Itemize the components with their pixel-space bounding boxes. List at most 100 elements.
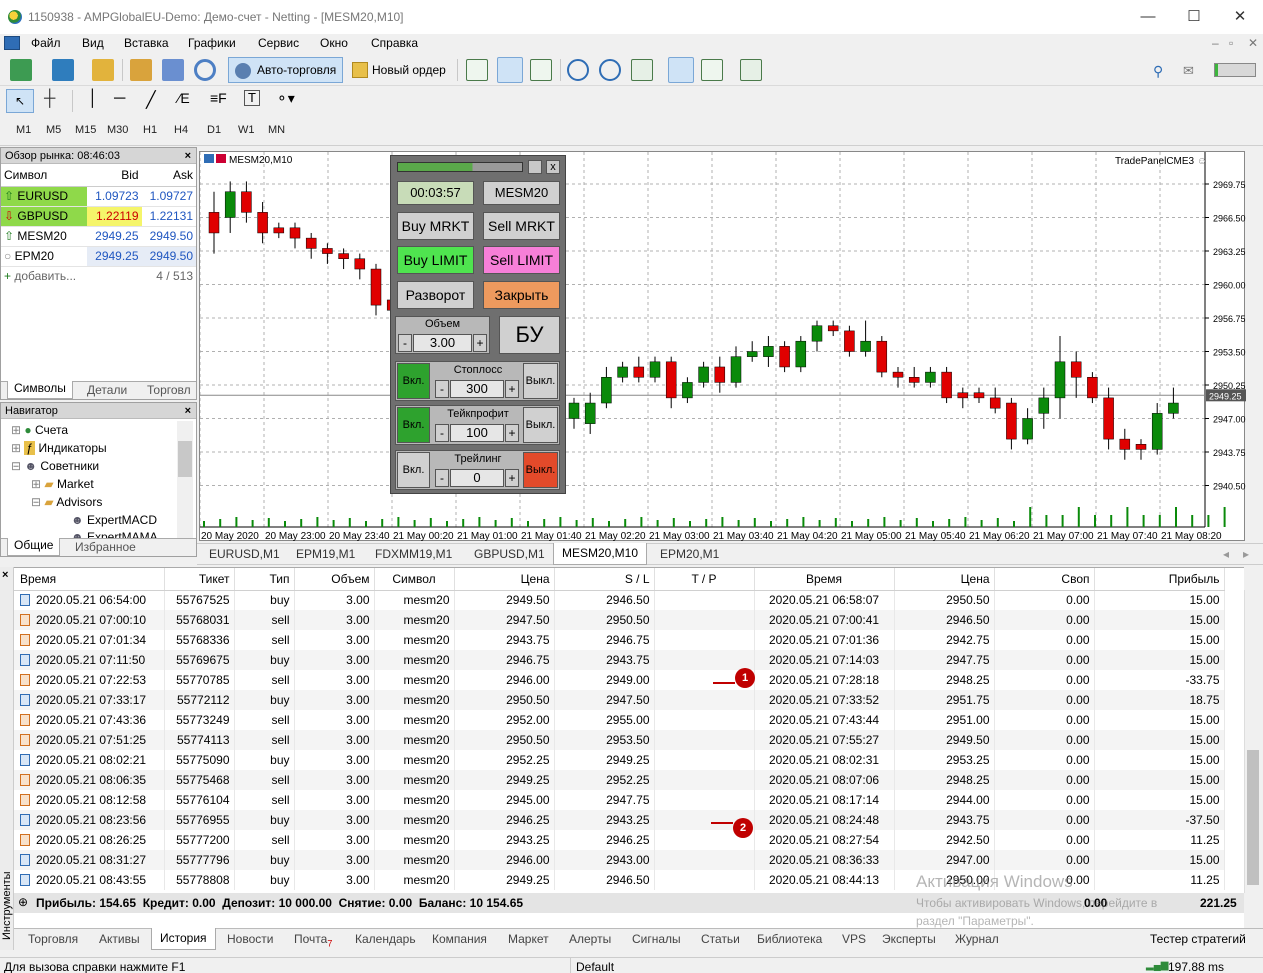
tab-general[interactable]: Общие [7,538,61,556]
trailing-plus-button[interactable]: + [505,469,519,487]
doc-close-icon[interactable]: ✕ [1248,36,1258,50]
menu-insert[interactable]: Вставка [124,36,169,50]
tab-symbols[interactable]: Символы [7,381,73,399]
history-row[interactable]: 2020.05.21 07:51:25 55774113 sell 3.00 mesm2… [14,730,1225,750]
symbol-row[interactable]: ⇧ EURUSD 1.09723 1.09727 [1,186,196,207]
tab-alerts[interactable]: Алерты [569,932,611,946]
tab-market[interactable]: Маркет [508,932,549,946]
text-icon[interactable]: T [244,90,260,106]
tab-exposure[interactable]: Активы [99,932,140,946]
tab-signals[interactable]: Сигналы [632,932,681,946]
stoploss-on-button[interactable]: Вкл. [397,363,430,399]
column-header[interactable]: S / L [554,568,655,591]
timeframe-h4[interactable]: H4 [174,124,188,136]
history-row[interactable]: 2020.05.21 08:12:58 55776104 sell 3.00 mesm2… [14,790,1225,810]
buy-limit-button[interactable]: Buy LIMIT [397,246,474,274]
tile-windows-icon[interactable] [631,59,653,81]
vertical-line-icon[interactable]: │ [88,90,98,108]
column-header[interactable]: Цена [454,568,555,591]
tab-articles[interactable]: Статьи [701,932,740,946]
history-row[interactable]: 2020.05.21 07:22:53 55770785 sell 3.00 mesm2… [14,670,1225,690]
breakeven-button[interactable]: БУ [499,316,560,354]
timeframe-d1[interactable]: D1 [207,124,221,136]
bar-chart-icon[interactable] [466,59,488,81]
history-row[interactable]: 2020.05.21 07:33:17 55772112 buy 3.00 mesm20… [14,690,1225,710]
symbol-row[interactable]: ⇩ GBPUSD 1.22119 1.22131 [1,206,196,227]
profiles-icon[interactable] [52,59,74,81]
crosshair-icon[interactable]: ┼ [44,90,55,108]
tab-chart-eurusd[interactable]: EURUSD,M1 [209,547,280,561]
close-button[interactable]: ✕ [1217,0,1263,34]
timeframe-m5[interactable]: M5 [46,124,61,136]
tree-node-expert[interactable]: ☻ ExpertMACD [71,513,157,527]
timeframe-h1[interactable]: H1 [143,124,157,136]
menu-window[interactable]: Окно [320,36,348,50]
takeprofit-off-button[interactable]: Выкл. [523,407,558,443]
column-header[interactable]: Символ [374,568,455,591]
column-header[interactable]: Bid [87,164,142,187]
close-icon[interactable]: × [2,569,8,581]
chart-window[interactable]: 2969.75 2966.50 2963.25 2960.00 2956.75 2953.… [199,151,1246,542]
menu-tools[interactable]: Сервис [258,36,299,50]
tree-node-indicators[interactable]: ⊞ ƒ Индикаторы [11,441,107,455]
scroll-left-icon[interactable]: ◂ [1223,547,1229,561]
tab-chart-fdxmm19[interactable]: FDXMM19,M1 [375,547,452,561]
horizontal-line-icon[interactable]: ─ [114,90,125,108]
column-header[interactable]: Своп [994,568,1095,591]
menu-charts[interactable]: Графики [188,36,236,50]
scroll-right-icon[interactable]: ▸ [1243,547,1249,561]
volume-plus-button[interactable]: + [473,334,487,352]
doc-minimize-icon[interactable]: – [1212,36,1219,50]
history-row[interactable]: 2020.05.21 08:23:56 55776955 buy 3.00 mesm20… [14,810,1225,830]
column-header[interactable]: Тип [234,568,295,591]
tab-chart-epm20[interactable]: EPM20,M1 [660,547,719,561]
tree-node-advisors[interactable]: ⊟ ▰ Advisors [31,495,102,509]
elliott-icon[interactable]: ⁄E [178,90,190,106]
navigator-scrollbar[interactable] [177,421,193,539]
menu-file[interactable]: Файл [31,36,61,50]
autotrading-button[interactable]: Авто-торговля [228,57,343,83]
tab-experts[interactable]: Эксперты [882,932,936,946]
new-order-button[interactable]: Новый ордер [350,57,450,83]
column-header[interactable]: Тикет [164,568,235,591]
navigator-icon[interactable] [130,59,152,81]
trailing-on-button[interactable]: Вкл. [397,452,430,488]
shapes-icon[interactable]: ⚬▾ [276,90,295,107]
chat-icon[interactable]: ✉ [1183,63,1194,79]
column-header[interactable]: Ask [141,164,196,187]
zoom-out-icon[interactable] [599,59,621,81]
candle-chart-icon[interactable] [497,57,523,83]
tree-node-market[interactable]: ⊞ ▰ Market [31,477,94,491]
tab-history[interactable]: История [151,928,216,950]
close-panel-button[interactable]: x [546,160,560,174]
tab-journal[interactable]: Журнал [955,932,999,946]
data-window-icon[interactable] [92,59,114,81]
buy-market-button[interactable]: Buy MRKT [397,212,474,240]
expand-icon[interactable]: ⊕ [18,895,28,909]
chart-shift-icon[interactable] [701,59,723,81]
takeprofit-minus-button[interactable]: - [435,424,449,442]
symbol-row[interactable]: ⇧ MESM20 2949.25 2949.50 [1,226,196,247]
column-header[interactable]: Время [14,568,165,591]
tab-news[interactable]: Новости [227,932,273,946]
column-header[interactable]: Прибыль [1094,568,1225,591]
menu-view[interactable]: Вид [82,36,104,50]
fibo-icon[interactable]: ≡F [210,90,227,106]
column-header[interactable]: Время [754,568,895,591]
history-row[interactable]: 2020.05.21 07:01:34 55768336 sell 3.00 mesm2… [14,630,1225,650]
status-profile[interactable]: Default [576,960,614,973]
tab-favorites[interactable]: Избранное [75,540,136,554]
tab-chart-gbpusd[interactable]: GBPUSD,M1 [474,547,545,561]
history-row[interactable]: 2020.05.21 08:02:21 55775090 buy 3.00 mesm20… [14,750,1225,770]
close-icon[interactable]: × [185,148,191,164]
minimize-button[interactable]: — [1125,0,1171,34]
line-chart-icon[interactable] [530,59,552,81]
history-row[interactable]: 2020.05.21 08:06:35 55775468 sell 3.00 mesm2… [14,770,1225,790]
tab-strategy-tester[interactable]: Тестер стратегий [1150,932,1246,946]
takeprofit-plus-button[interactable]: + [505,424,519,442]
tab-mailbox[interactable]: Почта7 [294,932,332,948]
stoploss-input[interactable]: 300 [450,380,504,398]
trendline-icon[interactable]: ╱ [146,90,156,110]
terminal-icon[interactable] [162,59,184,81]
search-icon[interactable]: ⚲ [1153,63,1163,80]
